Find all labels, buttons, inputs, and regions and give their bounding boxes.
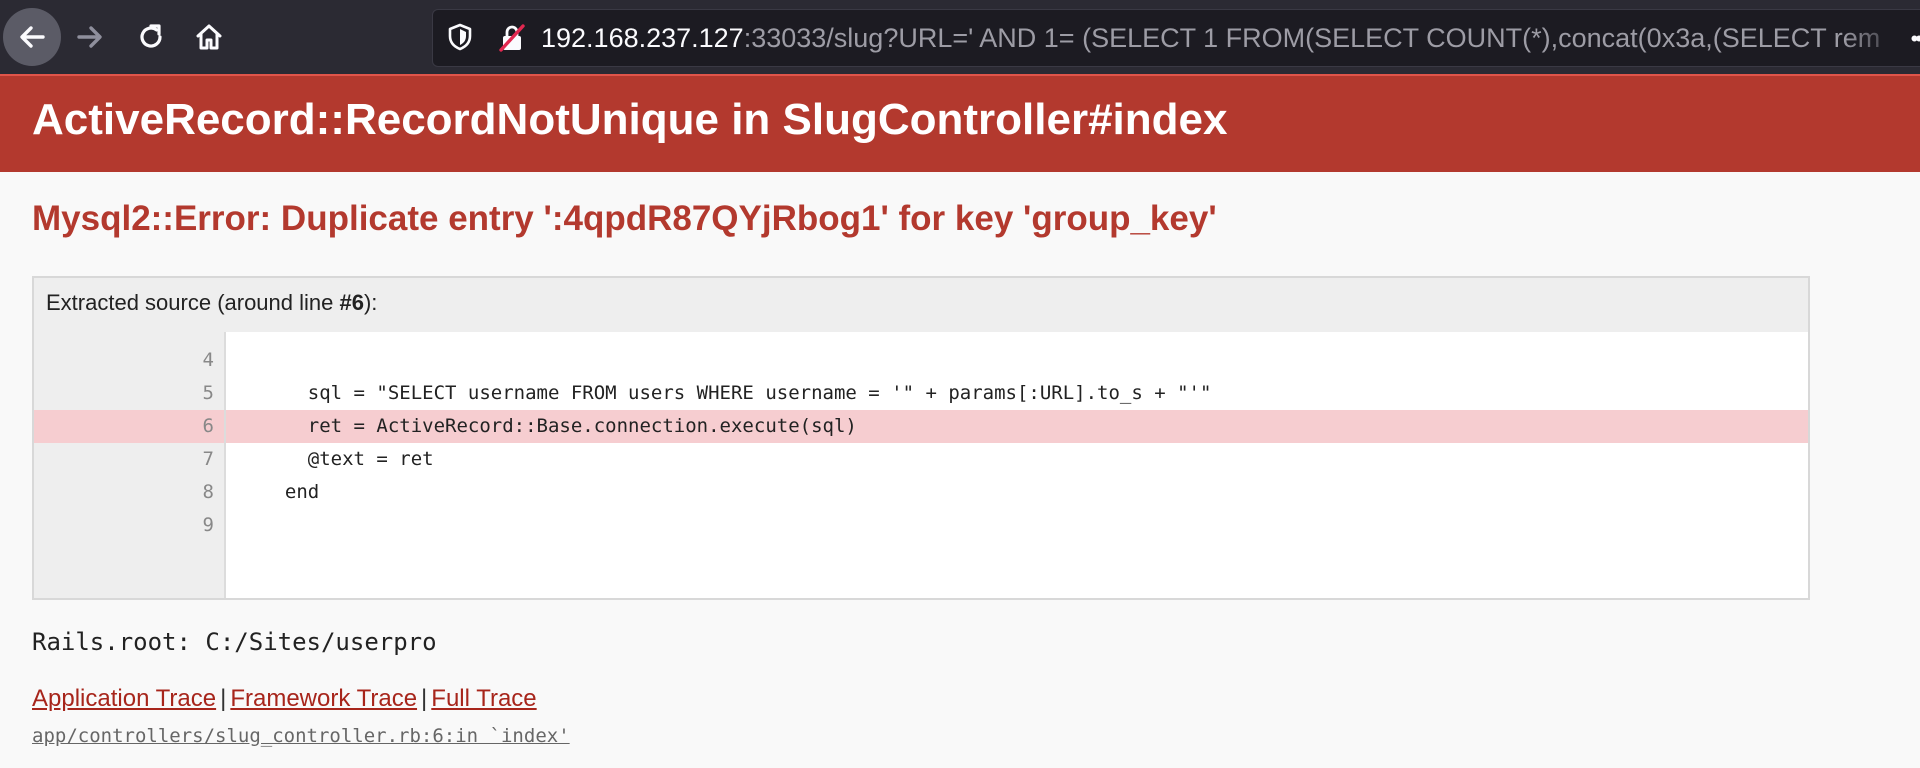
- line-number-gutter: 4 5 6 7 8 9: [34, 332, 226, 598]
- url-fade: [1843, 10, 1920, 66]
- trace-entry-link[interactable]: app/controllers/slug_controller.rb:6:in …: [32, 725, 570, 747]
- source-title-line: #6: [339, 290, 364, 315]
- line-number: 6: [202, 415, 214, 437]
- line-number: 4: [202, 349, 214, 371]
- arrow-left-icon: [20, 26, 45, 48]
- forward-button[interactable]: [61, 8, 119, 66]
- url-path: :33033/slug?URL=' AND 1= (SELECT 1 FROM(…: [743, 23, 1881, 53]
- home-button[interactable]: [180, 8, 238, 66]
- full-trace-link[interactable]: Full Trace: [431, 685, 536, 712]
- url-host: 192.168.237.127: [541, 23, 744, 53]
- code-line-highlighted: ret = ActiveRecord::Base.connection.exec…: [226, 410, 1808, 443]
- line-number: 7: [202, 448, 214, 470]
- error-header: ActiveRecord::RecordNotUnique in SlugCon…: [0, 74, 1920, 172]
- shield-icon[interactable]: [445, 22, 475, 52]
- source-title-prefix: Extracted source (around line: [46, 290, 340, 315]
- reload-button[interactable]: [122, 8, 180, 66]
- browser-toolbar: 192.168.237.127:33033/slug?URL=' AND 1= …: [0, 0, 1920, 74]
- main-content: Mysql2::Error: Duplicate entry ':4qpdR87…: [0, 196, 1920, 242]
- application-trace-link[interactable]: Application Trace: [32, 685, 216, 712]
- code-line: sql = "SELECT username FROM users WHERE …: [262, 382, 1212, 404]
- line-number: 9: [202, 514, 214, 536]
- code-line: @text = ret: [262, 448, 434, 470]
- home-icon: [196, 24, 222, 50]
- url-text[interactable]: 192.168.237.127:33033/slug?URL=' AND 1= …: [541, 22, 1880, 54]
- source-title: Extracted source (around line #6):: [46, 290, 377, 316]
- address-bar[interactable]: 192.168.237.127:33033/slug?URL=' AND 1= …: [432, 9, 1920, 67]
- reload-icon: [140, 24, 162, 48]
- line-number: 8: [202, 481, 214, 503]
- line-number: 5: [202, 382, 214, 404]
- exception-message: Mysql2::Error: Duplicate entry ':4qpdR87…: [32, 199, 1217, 238]
- page-title: ActiveRecord::RecordNotUnique in SlugCon…: [32, 95, 1228, 144]
- code-pane: sql = "SELECT username FROM users WHERE …: [226, 332, 1808, 598]
- framework-trace-link[interactable]: Framework Trace: [230, 685, 417, 712]
- back-button[interactable]: [3, 8, 61, 66]
- overflow-menu-icon[interactable]: ••: [1911, 26, 1920, 52]
- trace-separator: |: [421, 685, 428, 712]
- arrow-right-icon: [77, 26, 102, 48]
- extracted-source-box: Extracted source (around line #6): 4 5 6 7 8…: [32, 276, 1810, 600]
- code-area: 4 5 6 7 8 9 sql = "SELECT username FROM users…: [34, 332, 1808, 598]
- trace-links: Application Trace | Framework Trace | Full T…: [32, 685, 537, 713]
- code-line: end: [262, 481, 320, 503]
- insecure-lock-icon[interactable]: [497, 23, 527, 53]
- rails-root: Rails.root: C:/Sites/userpro: [32, 628, 437, 656]
- source-title-suffix: ):: [363, 290, 378, 315]
- trace-separator: |: [220, 685, 227, 712]
